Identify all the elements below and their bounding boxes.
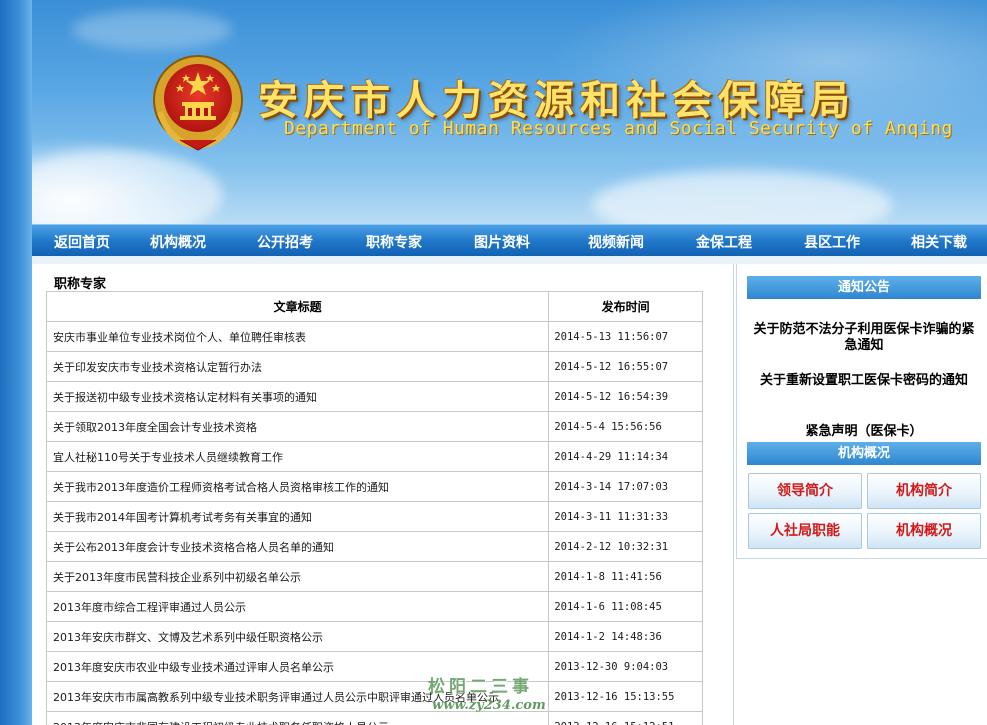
nav-item-golden-insurance[interactable]: 金保工程 bbox=[696, 232, 752, 252]
org-intro-button[interactable]: 机构简介 bbox=[867, 473, 981, 509]
publish-date: 2014-5-12 16:54:39 bbox=[548, 381, 703, 412]
publish-date: 2014-3-14 17:07:03 bbox=[548, 471, 703, 502]
national-emblem-icon bbox=[153, 55, 243, 151]
cloud-decor bbox=[592, 170, 892, 224]
cloud-decor bbox=[72, 10, 232, 50]
nav-item-home[interactable]: 返回首页 bbox=[54, 232, 110, 252]
table-row[interactable]: 关于2013年度市民营科技企业系列中初级名单公示 2014-1-8 11:41:5… bbox=[45, 561, 703, 592]
table-row[interactable]: 安庆市事业单位专业技术岗位个人、单位聘任审核表 2014-5-13 11:56:0… bbox=[45, 321, 703, 352]
section-title: 职称专家 bbox=[54, 277, 107, 292]
cloud-decor bbox=[32, 150, 222, 224]
table-row[interactable]: 关于印发安庆市专业技术资格认定暂行办法 2014-5-12 16:55:07 bbox=[45, 351, 703, 382]
publish-date: 2013-12-16 15:12:51 bbox=[548, 711, 703, 725]
column-header-title: 文章标题 bbox=[45, 291, 550, 322]
notice-panel-header: 通知公告 bbox=[747, 276, 981, 299]
column-header-date: 发布时间 bbox=[548, 291, 703, 322]
nav-item-downloads[interactable]: 相关下载 bbox=[911, 232, 967, 252]
publish-date: 2014-5-13 11:56:07 bbox=[548, 321, 703, 352]
article-title-link[interactable]: 安庆市事业单位专业技术岗位个人、单位聘任审核表 bbox=[45, 321, 550, 352]
article-table: 文章标题 发布时间 安庆市事业单位专业技术岗位个人、单位聘任审核表 2014-5-… bbox=[45, 291, 703, 725]
table-row[interactable]: 宜人社秘110号关于专业技术人员继续教育工作 2014-4-29 11:14:34 bbox=[45, 441, 703, 472]
article-title-link[interactable]: 关于领取2013年度全国会计专业技术资格 bbox=[45, 411, 550, 442]
org-panel-header: 机构概况 bbox=[747, 442, 981, 465]
publish-date: 2014-5-12 16:55:07 bbox=[548, 351, 703, 382]
article-title-link[interactable]: 2013年安庆市群文、文博及艺术系列中级任职资格公示 bbox=[45, 621, 550, 652]
nav-item-video-news[interactable]: 视频新闻 bbox=[588, 232, 644, 252]
table-row[interactable]: 关于我市2014年国考计算机考试考务有关事宜的通知 2014-3-11 11:31… bbox=[45, 501, 703, 532]
publish-date: 2014-2-12 10:32:31 bbox=[548, 531, 703, 562]
nav-item-photos[interactable]: 图片资料 bbox=[474, 232, 530, 252]
publish-date: 2013-12-30 9:04:03 bbox=[548, 651, 703, 682]
publish-date: 2014-1-8 11:41:56 bbox=[548, 561, 703, 592]
publish-date: 2014-5-4 15:56:56 bbox=[548, 411, 703, 442]
publish-date: 2014-3-11 11:31:33 bbox=[548, 501, 703, 532]
table-row[interactable]: 2013年度安庆市农业中级专业技术通过评审人员名单公示 2013-12-30 9:… bbox=[45, 651, 703, 682]
publish-date: 2014-1-2 14:48:36 bbox=[548, 621, 703, 652]
article-title-link[interactable]: 关于我市2014年国考计算机考试考务有关事宜的通知 bbox=[45, 501, 550, 532]
watermark-text: 松阳二三事 bbox=[428, 677, 533, 697]
article-title-link[interactable]: 关于2013年度市民营科技企业系列中初级名单公示 bbox=[45, 561, 550, 592]
table-row[interactable]: 2013年度安庆市非国有建设工程初级专业技术职务任职资格人员公示2013-12-… bbox=[45, 711, 703, 725]
notice-item[interactable]: 关于重新设置职工医保卡密码的通知 bbox=[748, 373, 980, 389]
nav-item-org-overview[interactable]: 机构概况 bbox=[150, 232, 206, 252]
table-row[interactable]: 关于领取2013年度全国会计专业技术资格 2014-5-4 15:56:56 bbox=[45, 411, 703, 442]
notice-item[interactable]: 关于防范不法分子利用医保卡诈骗的紧急通知 bbox=[748, 322, 980, 354]
table-row[interactable]: 关于公布2013年度会计专业技术资格合格人员名单的通知 2014-2-12 10:… bbox=[45, 531, 703, 562]
publish-date: 2014-4-29 11:14:34 bbox=[548, 441, 703, 472]
sidebar: 通知公告 关于防范不法分子利用医保卡诈骗的紧急通知 关于重新设置职工医保卡密码的… bbox=[734, 264, 987, 725]
article-title-link[interactable]: 2013年度市综合工程评审通过人员公示 bbox=[45, 591, 550, 622]
header-banner: 安庆市人力资源和社会保障局 Department of Human Resour… bbox=[32, 0, 987, 224]
left-decor-strip bbox=[0, 0, 32, 725]
table-row[interactable]: 2013年安庆市群文、文博及艺术系列中级任职资格公示 2014-1-2 14:48… bbox=[45, 621, 703, 652]
table-row[interactable]: 关于我市2013年度造价工程师资格考试合格人员资格审核工作的通知 2014-3-1… bbox=[45, 471, 703, 502]
article-title-link[interactable]: 关于报送初中级专业技术资格认定材料有关事项的通知 bbox=[45, 381, 550, 412]
leader-intro-button[interactable]: 领导简介 bbox=[748, 473, 862, 509]
nav-spacer bbox=[32, 256, 987, 264]
notice-item[interactable]: 紧急声明（医保卡） bbox=[748, 424, 980, 440]
main-nav: 返回首页 机构概况 公开招考 职称专家 图片资料 视频新闻 金保工程 县区工作 … bbox=[32, 224, 987, 256]
nav-item-title-experts[interactable]: 职称专家 bbox=[366, 232, 422, 252]
table-row[interactable]: 2013年度市综合工程评审通过人员公示 2014-1-6 11:08:45 bbox=[45, 591, 703, 622]
publish-date: 2014-1-6 11:08:45 bbox=[548, 591, 703, 622]
nav-item-county-work[interactable]: 县区工作 bbox=[804, 232, 860, 252]
watermark: 松阳二三事 www.zy234.com bbox=[428, 672, 568, 722]
site-subtitle: Department of Human Resources and Social… bbox=[284, 118, 953, 139]
table-row[interactable]: 2013年安庆市市属高教系列中级专业技术职务评审通过人员公示中职评审通过人员名单… bbox=[45, 681, 703, 712]
watermark-url: www.zy234.com bbox=[432, 698, 546, 713]
article-title-link[interactable]: 关于公布2013年度会计专业技术资格合格人员名单的通知 bbox=[45, 531, 550, 562]
bureau-functions-button[interactable]: 人社局职能 bbox=[748, 513, 862, 549]
main-content: 职称专家 文章标题 发布时间 安庆市事业单位专业技术岗位个人、单位聘任审核表 20… bbox=[32, 264, 734, 725]
org-overview-button[interactable]: 机构概况 bbox=[867, 513, 981, 549]
table-header-row: 文章标题 发布时间 bbox=[45, 291, 703, 322]
nav-item-public-exam[interactable]: 公开招考 bbox=[257, 232, 313, 252]
article-title-link[interactable]: 关于印发安庆市专业技术资格认定暂行办法 bbox=[45, 351, 550, 382]
article-title-link[interactable]: 关于我市2013年度造价工程师资格考试合格人员资格审核工作的通知 bbox=[45, 471, 550, 502]
article-title-link[interactable]: 宜人社秘110号关于专业技术人员继续教育工作 bbox=[45, 441, 550, 472]
publish-date: 2013-12-16 15:13:55 bbox=[548, 681, 703, 712]
table-row[interactable]: 关于报送初中级专业技术资格认定材料有关事项的通知 2014-5-12 16:54:… bbox=[45, 381, 703, 412]
